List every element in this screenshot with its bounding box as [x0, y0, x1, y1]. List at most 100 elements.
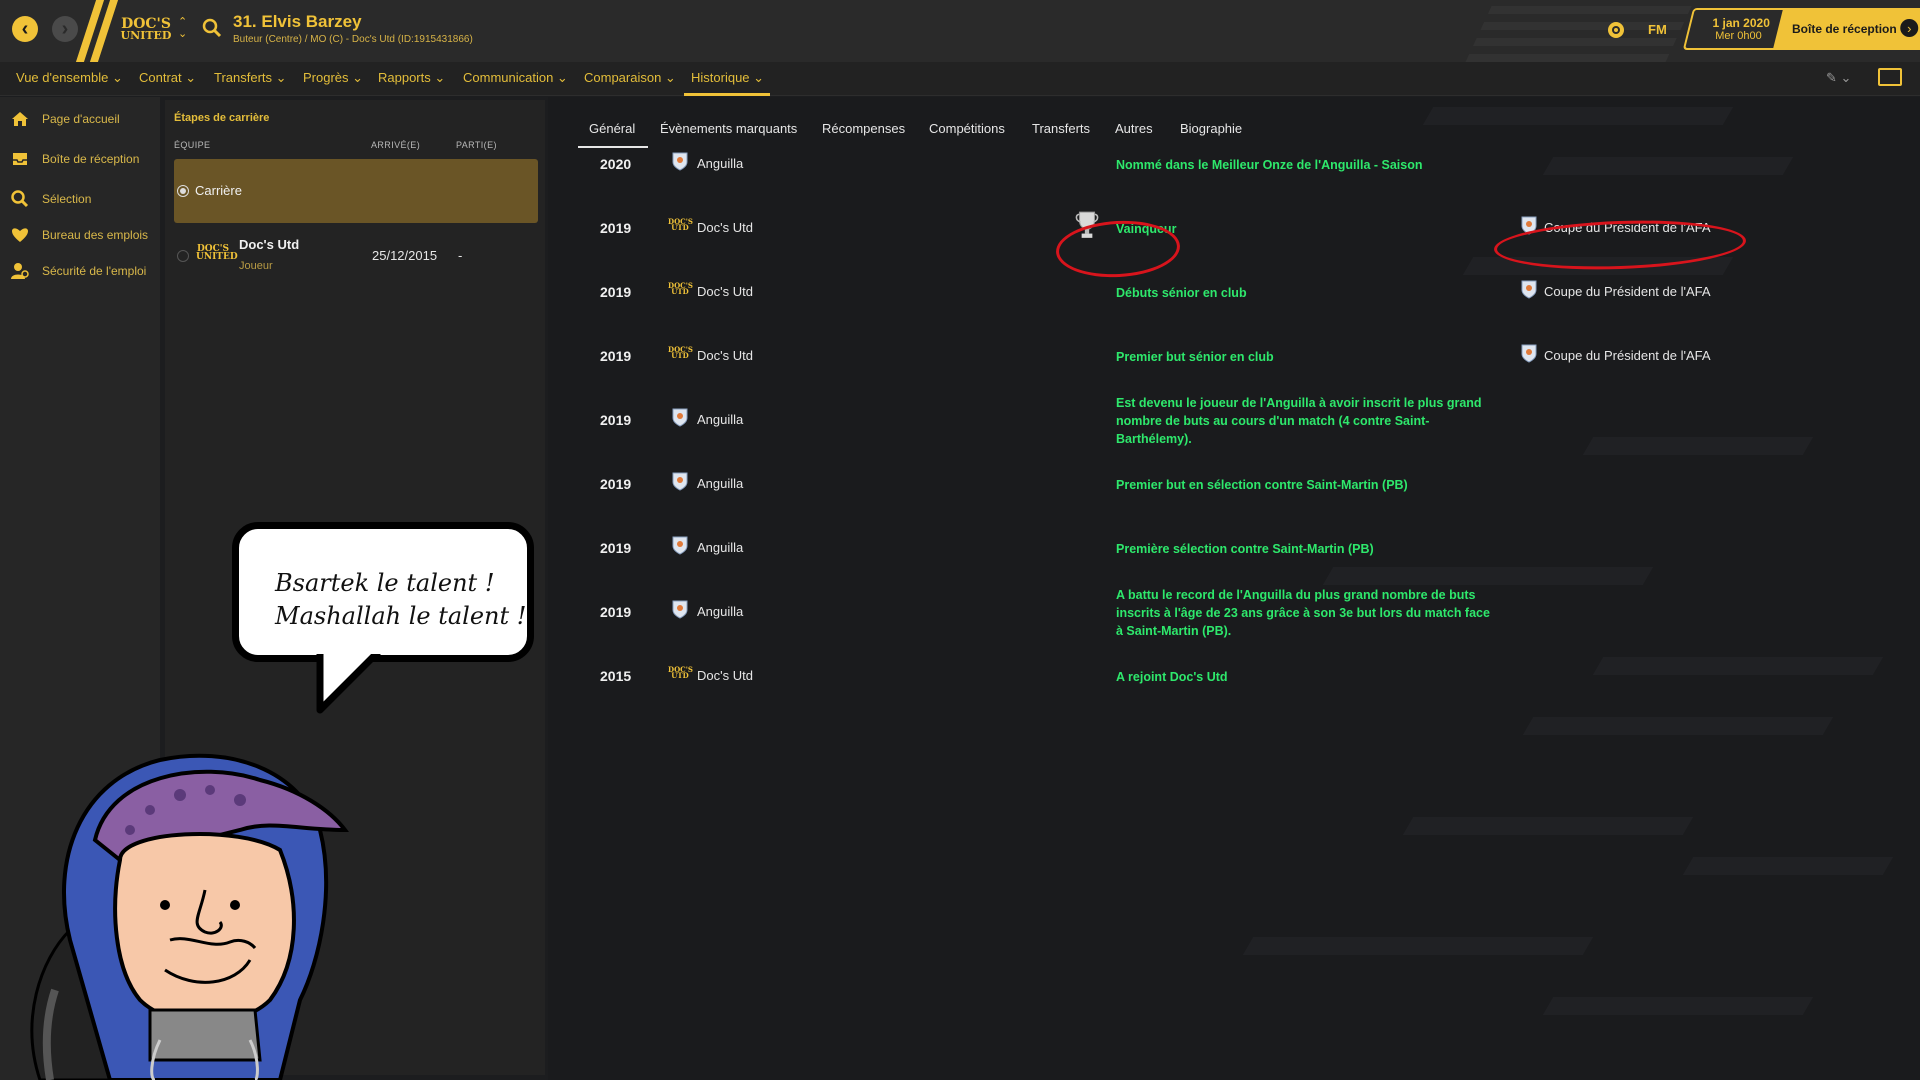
radio-selected[interactable]	[177, 185, 189, 197]
tab-biography[interactable]: Biographie	[1180, 121, 1242, 136]
radio-unselected[interactable]	[177, 250, 189, 262]
anguilla-shield-icon	[672, 600, 688, 619]
cartoon-mascot	[30, 753, 350, 1080]
menu-history[interactable]: Historique ⌄	[691, 70, 764, 86]
history-team[interactable]: Doc's Utd	[697, 348, 753, 363]
career-club-role: Joueur	[239, 260, 273, 272]
speech-bubble-text: Bsartek le talent ! Mashallah le talent …	[275, 567, 526, 633]
history-team[interactable]: Anguilla	[697, 604, 743, 619]
history-year: 2019	[600, 476, 632, 492]
club-logo-small: DOC'S UTD	[668, 345, 693, 360]
tab-competitions[interactable]: Compétitions	[929, 121, 1005, 136]
player-name: 31. Elvis Barzey	[233, 12, 362, 31]
history-row[interactable]: 2019 Anguilla Est devenu le joueur de l'An…	[548, 396, 1920, 468]
history-year: 2019	[600, 540, 632, 556]
menu-contract[interactable]: Contrat ⌄	[139, 70, 196, 86]
sidebar-item-jobs[interactable]: Bureau des emplois	[0, 218, 160, 252]
history-year: 2019	[600, 604, 632, 620]
anguilla-shield-icon	[672, 472, 688, 491]
search-icon	[11, 190, 29, 208]
sidebar-item-job-security[interactable]: Sécurité de l'emploi	[0, 254, 160, 288]
club-logo-small: DOC'S UTD	[668, 217, 693, 232]
sidebar-item-label: Sécurité de l'emploi	[42, 264, 147, 278]
history-year: 2019	[600, 220, 632, 236]
speech-line-1: Bsartek le talent !	[275, 569, 495, 597]
continue-inbox-button[interactable]: Boîte de réception ›	[1772, 8, 1920, 50]
history-team[interactable]: Anguilla	[697, 156, 743, 171]
bg-stripe	[1242, 937, 1594, 955]
history-row[interactable]: 2015 DOC'S UTD Doc's Utd A rejoint Doc's Utd	[548, 660, 1920, 724]
sidebar-item-inbox[interactable]: Boîte de réception	[0, 142, 160, 176]
club-logo-small: DOC'S UTD	[668, 665, 693, 680]
globe-icon[interactable]	[1606, 20, 1626, 40]
sidebar-item-scouting[interactable]: Sélection	[0, 182, 160, 216]
anguilla-shield-icon	[672, 408, 688, 427]
history-team[interactable]: Doc's Utd	[697, 220, 753, 235]
history-event: Premier but sénior en club	[1116, 350, 1274, 364]
career-row-selected[interactable]: Carrière	[174, 159, 538, 223]
menu-communication[interactable]: Communication ⌄	[463, 70, 568, 86]
back-button[interactable]: ‹	[12, 16, 38, 42]
chevron-right-icon: ›	[1900, 19, 1919, 37]
history-competition[interactable]: Coupe du Président de l'AFA	[1544, 348, 1711, 363]
competition-shield-icon	[1521, 280, 1537, 299]
player-switch-arrows[interactable]: ⌃ ⌄	[178, 16, 187, 40]
menu-reports[interactable]: Rapports ⌄	[378, 70, 445, 86]
menu-comparison[interactable]: Comparaison ⌄	[584, 70, 676, 86]
monitor-icon[interactable]	[1878, 68, 1902, 86]
security-icon	[11, 263, 29, 279]
history-team[interactable]: Doc's Utd	[697, 668, 753, 683]
history-row[interactable]: 2019 DOC'S UTD Doc's Utd Débuts sénior en cl…	[548, 276, 1920, 340]
competition-shield-icon	[1521, 344, 1537, 363]
fm-button[interactable]: FM	[1648, 22, 1667, 37]
club-logo[interactable]: DOC'S UNITED	[118, 17, 174, 44]
history-team[interactable]: Anguilla	[697, 540, 743, 555]
jobs-icon	[12, 228, 28, 242]
history-event: Premier but en sélection contre Saint-Ma…	[1116, 478, 1408, 492]
inbox-button-label: Boîte de réception	[1792, 22, 1897, 36]
menu-overview[interactable]: Vue d'ensemble ⌄	[16, 70, 123, 86]
history-year: 2020	[600, 156, 632, 172]
search-icon[interactable]	[202, 18, 222, 38]
tab-general[interactable]: Général	[589, 121, 635, 136]
history-main-panel: Général Évènements marquants Récompenses…	[548, 97, 1920, 1080]
forward-button[interactable]: ›	[52, 16, 78, 42]
history-competition[interactable]: Coupe du Président de l'AFA	[1544, 284, 1711, 299]
club-logo-small: DOC'S UTD	[668, 281, 693, 296]
menu-transfers[interactable]: Transferts ⌄	[214, 70, 287, 86]
career-label: Carrière	[195, 183, 242, 198]
history-year: 2019	[600, 348, 632, 364]
career-left-date: -	[458, 248, 463, 263]
player-subtitle: Buteur (Centre) / MO (C) - Doc's Utd (ID…	[233, 34, 473, 45]
history-team[interactable]: Doc's Utd	[697, 284, 753, 299]
column-header-team[interactable]: ÉQUIPE	[174, 140, 210, 150]
player-menu-bar: Vue d'ensemble ⌄ Contrat ⌄ Transferts ⌄ …	[0, 62, 1920, 96]
history-row[interactable]: 2019 Anguilla A battu le record de l'Angui…	[548, 588, 1920, 660]
history-event: Est devenu le joueur de l'Anguilla à avo…	[1116, 396, 1482, 446]
tab-other[interactable]: Autres	[1115, 121, 1153, 136]
inbox-icon	[13, 153, 27, 165]
history-event: Première sélection contre Saint-Martin (…	[1116, 542, 1374, 556]
tab-transfers[interactable]: Transferts	[1032, 121, 1090, 136]
speech-bubble: Bsartek le talent ! Mashallah le talent …	[232, 522, 534, 662]
bg-stripe	[1542, 997, 1814, 1015]
history-row[interactable]: 2019 Anguilla Premier but en sélection con…	[548, 468, 1920, 532]
speech-line-2: Mashallah le talent !	[275, 602, 527, 630]
active-menu-indicator	[684, 93, 770, 96]
tab-awards[interactable]: Récompenses	[822, 121, 905, 136]
bg-stripe	[1402, 817, 1694, 835]
history-team[interactable]: Anguilla	[697, 476, 743, 491]
sidebar-item-label: Boîte de réception	[42, 152, 140, 166]
history-row[interactable]: 2020 Anguilla Nommé dans le Meilleur Onze …	[548, 148, 1920, 212]
menu-progress[interactable]: Progrès ⌄	[303, 70, 363, 86]
tab-key-events[interactable]: Évènements marquants	[660, 121, 797, 136]
edit-icon[interactable]: ✎ ⌄	[1826, 70, 1851, 86]
career-club-name: Doc's Utd	[239, 237, 300, 252]
history-event: A battu le record de l'Anguilla du plus …	[1116, 588, 1490, 638]
history-event: Débuts sénior en club	[1116, 286, 1247, 300]
column-header-arrived[interactable]: ARRIVÉ(E)	[371, 140, 420, 150]
anguilla-shield-icon	[672, 152, 688, 171]
history-team[interactable]: Anguilla	[697, 412, 743, 427]
column-header-left[interactable]: PARTI(E)	[456, 140, 497, 150]
sidebar-item-home[interactable]: Page d'accueil	[0, 102, 160, 136]
